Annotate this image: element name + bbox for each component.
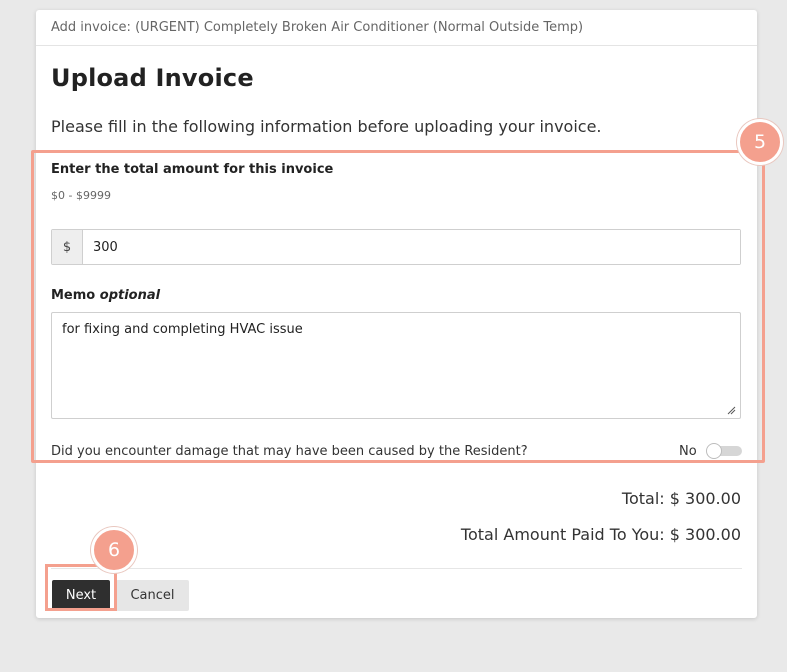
step-5-highlight (31, 150, 765, 463)
page-edge (787, 0, 795, 672)
cancel-button[interactable]: Cancel (116, 580, 189, 611)
step-5-badge: 5 (737, 119, 783, 165)
total-paid-amount: Total Amount Paid To You: $ 300.00 (460, 525, 741, 544)
footer-divider (51, 568, 742, 569)
modal-header: Add invoice: (URGENT) Completely Broken … (36, 10, 757, 46)
step-6-badge: 6 (91, 527, 137, 573)
intro-text: Please fill in the following information… (51, 117, 602, 136)
total-amount: Total: $ 300.00 (621, 489, 741, 508)
page-title: Upload Invoice (51, 64, 254, 92)
